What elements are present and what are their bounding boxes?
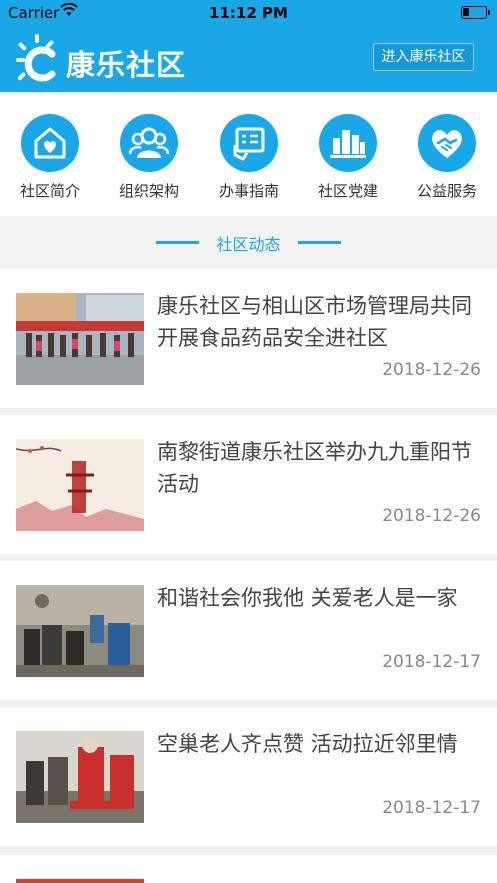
nav-label: 公益服务 bbox=[416, 182, 477, 200]
nav-item-intro[interactable]: 社区简介 bbox=[5, 114, 95, 201]
nav-label: 社区党建 bbox=[317, 182, 378, 200]
nav-label: 办事指南 bbox=[218, 182, 279, 200]
party-building-icon bbox=[330, 130, 366, 158]
section-title: 社区动态 bbox=[216, 235, 281, 254]
news-date: 2018-12-26 bbox=[382, 506, 481, 526]
news-title: 康乐社区与相山区市场管理局共同开展食品药品安全进社区 bbox=[157, 294, 472, 350]
battery-icon bbox=[461, 6, 490, 19]
clock: 11:12 PM bbox=[209, 4, 288, 22]
news-item[interactable]: 康乐社区与相山区市场管理局共同开展食品药品安全进社区 2018-12-26 bbox=[0, 269, 497, 408]
news-date: 2018-12-17 bbox=[382, 652, 481, 672]
divider bbox=[298, 241, 341, 244]
news-thumbnail bbox=[16, 731, 144, 823]
status-bar: Carrier 11:12 PM bbox=[0, 0, 497, 26]
handshake-icon bbox=[432, 130, 462, 158]
logo-icon bbox=[16, 34, 56, 82]
section-header: 社区动态 bbox=[0, 216, 497, 268]
news-thumbnail bbox=[16, 879, 144, 883]
news-item-partial[interactable] bbox=[0, 855, 497, 883]
app-title: 康乐社区 bbox=[66, 48, 187, 82]
enter-community-button[interactable]: 进入康乐社区 bbox=[373, 43, 474, 71]
app-header: Carrier 11:12 PM 康乐社区 进入康乐社区 bbox=[0, 0, 497, 92]
nav-item-organization[interactable]: 组织架构 bbox=[104, 114, 194, 201]
news-title: 和谐社会你我他 关爱老人是一家 bbox=[157, 586, 458, 610]
nav-item-charity[interactable]: 公益服务 bbox=[402, 114, 492, 201]
nav-label: 社区简介 bbox=[19, 182, 80, 200]
news-thumbnail bbox=[16, 585, 144, 677]
news-thumbnail bbox=[16, 293, 144, 385]
nav-item-guide[interactable]: 办事指南 bbox=[204, 114, 294, 201]
news-date: 2018-12-17 bbox=[382, 798, 481, 818]
news-date: 2018-12-26 bbox=[382, 360, 481, 380]
guide-tablet-icon bbox=[233, 127, 265, 161]
news-title: 空巢老人齐点赞 活动拉近邻里情 bbox=[157, 732, 458, 756]
category-nav: 社区简介 组织架构 办事指南 社区党建 公益服务 bbox=[0, 92, 497, 216]
news-title: 南黎街道康乐社区举办九九重阳节活动 bbox=[157, 440, 472, 496]
news-item[interactable]: 南黎街道康乐社区举办九九重阳节活动 2018-12-26 bbox=[0, 415, 497, 554]
nav-item-party[interactable]: 社区党建 bbox=[303, 114, 393, 201]
organization-icon bbox=[129, 127, 169, 158]
community-home-icon bbox=[34, 127, 66, 159]
news-item[interactable]: 和谐社会你我他 关爱老人是一家 2018-12-17 bbox=[0, 561, 497, 700]
news-item[interactable]: 空巢老人齐点赞 活动拉近邻里情 2018-12-17 bbox=[0, 707, 497, 846]
news-thumbnail bbox=[16, 439, 144, 531]
nav-label: 组织架构 bbox=[118, 182, 179, 200]
